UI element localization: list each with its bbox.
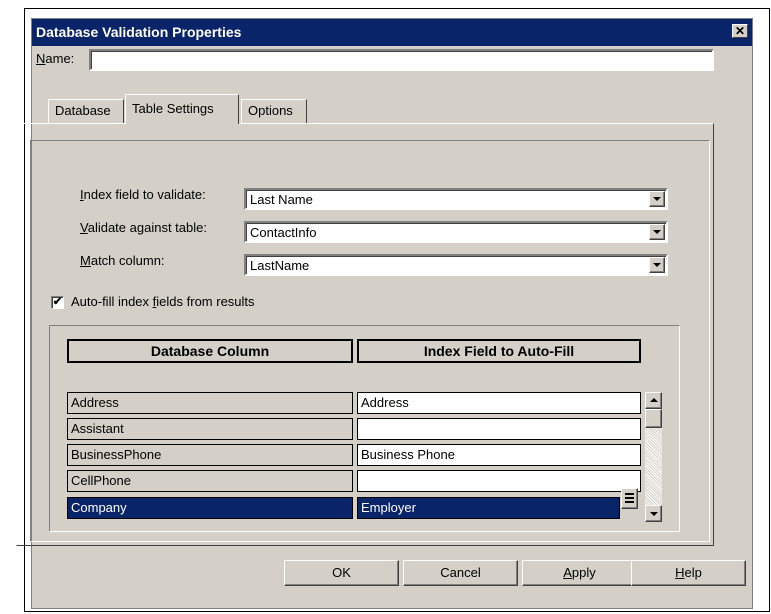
help-button[interactable]: Help: [631, 560, 746, 586]
dialog-title: Database Validation Properties: [36, 24, 242, 40]
title-bar: Database Validation Properties ✕: [32, 19, 752, 46]
tab-options[interactable]: Options: [241, 99, 307, 123]
name-label: Name:: [36, 51, 75, 66]
name-input[interactable]: [89, 49, 714, 71]
tab-table-settings[interactable]: Table Settings: [125, 94, 239, 124]
tab-options-label: Options: [248, 103, 293, 118]
tab-database-label: Database: [55, 103, 111, 118]
close-button[interactable]: ✕: [732, 24, 748, 38]
tab-database[interactable]: Database: [48, 99, 124, 123]
close-icon: ✕: [734, 24, 746, 38]
tab-panel: [16, 123, 714, 546]
cancel-button[interactable]: Cancel: [403, 560, 518, 586]
ok-button[interactable]: OK: [284, 560, 399, 586]
apply-button[interactable]: Apply: [522, 560, 637, 586]
tab-table-settings-label: Table Settings: [132, 101, 214, 116]
